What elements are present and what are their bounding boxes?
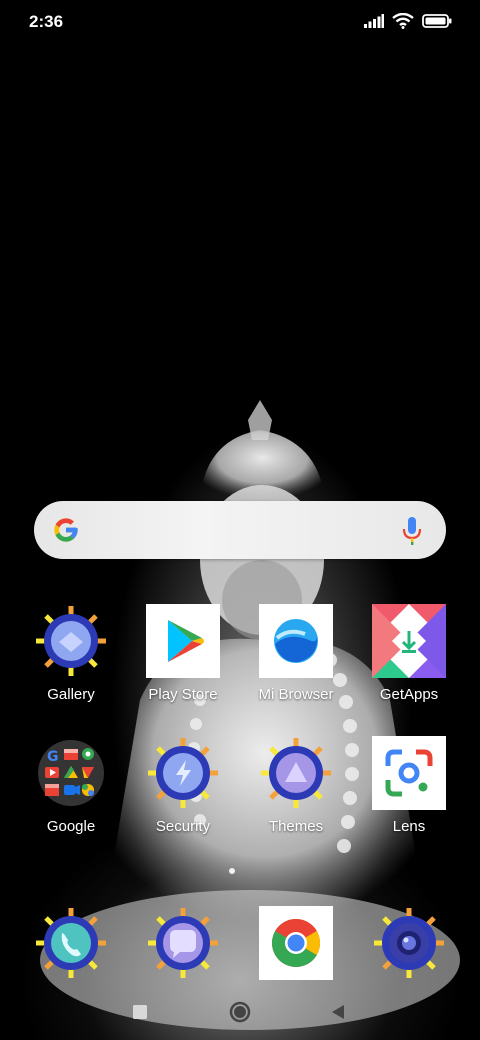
play-store-icon — [146, 604, 220, 678]
signal-icon — [364, 14, 384, 28]
dock-app-chrome[interactable] — [259, 906, 333, 980]
wifi-icon — [392, 13, 414, 29]
app-getapps[interactable]: GetApps — [353, 604, 465, 714]
camera-icon — [374, 908, 444, 978]
app-label: Security — [155, 818, 211, 835]
mi-browser-icon — [259, 604, 333, 678]
dock-app-camera[interactable] — [372, 906, 446, 980]
recents-button[interactable] — [132, 1004, 148, 1020]
app-security[interactable]: Security — [127, 736, 239, 846]
clock: 2:36 — [29, 12, 64, 31]
getapps-icon — [372, 604, 446, 678]
security-icon — [148, 738, 218, 808]
app-mi-browser[interactable]: Mi Browser — [240, 604, 352, 714]
app-label: GetApps — [379, 686, 439, 703]
lens-icon — [372, 736, 446, 810]
google-search-bar[interactable] — [34, 501, 446, 559]
app-lens[interactable]: Lens — [353, 736, 465, 846]
mic-icon[interactable] — [402, 516, 422, 546]
themes-icon — [261, 738, 331, 808]
google-folder-icon: G — [38, 740, 104, 806]
app-google-folder[interactable]: G Google — [15, 736, 127, 846]
app-label: Themes — [268, 818, 324, 835]
app-gallery[interactable]: Gallery — [15, 604, 127, 714]
app-label: Google — [46, 818, 96, 835]
status-bar: 2:36 — [0, 0, 480, 44]
page-indicator-dot — [229, 868, 235, 874]
navigation-bar — [0, 990, 480, 1040]
app-label: Lens — [392, 818, 426, 835]
dock-app-phone[interactable] — [34, 906, 108, 980]
svg-text:G: G — [47, 749, 59, 765]
battery-icon — [422, 14, 452, 28]
back-button[interactable] — [330, 1003, 346, 1021]
chrome-icon — [271, 918, 321, 968]
app-label: Play Store — [148, 686, 218, 703]
dock-app-messages[interactable] — [146, 906, 220, 980]
app-label: Mi Browser — [258, 686, 334, 703]
google-g-icon — [54, 518, 78, 542]
app-themes[interactable]: Themes — [240, 736, 352, 846]
messages-icon — [148, 908, 218, 978]
phone-icon — [36, 908, 106, 978]
app-play-store[interactable]: Play Store — [127, 604, 239, 714]
gallery-icon — [36, 606, 106, 676]
app-label: Gallery — [47, 686, 95, 703]
home-button[interactable] — [229, 1001, 251, 1023]
